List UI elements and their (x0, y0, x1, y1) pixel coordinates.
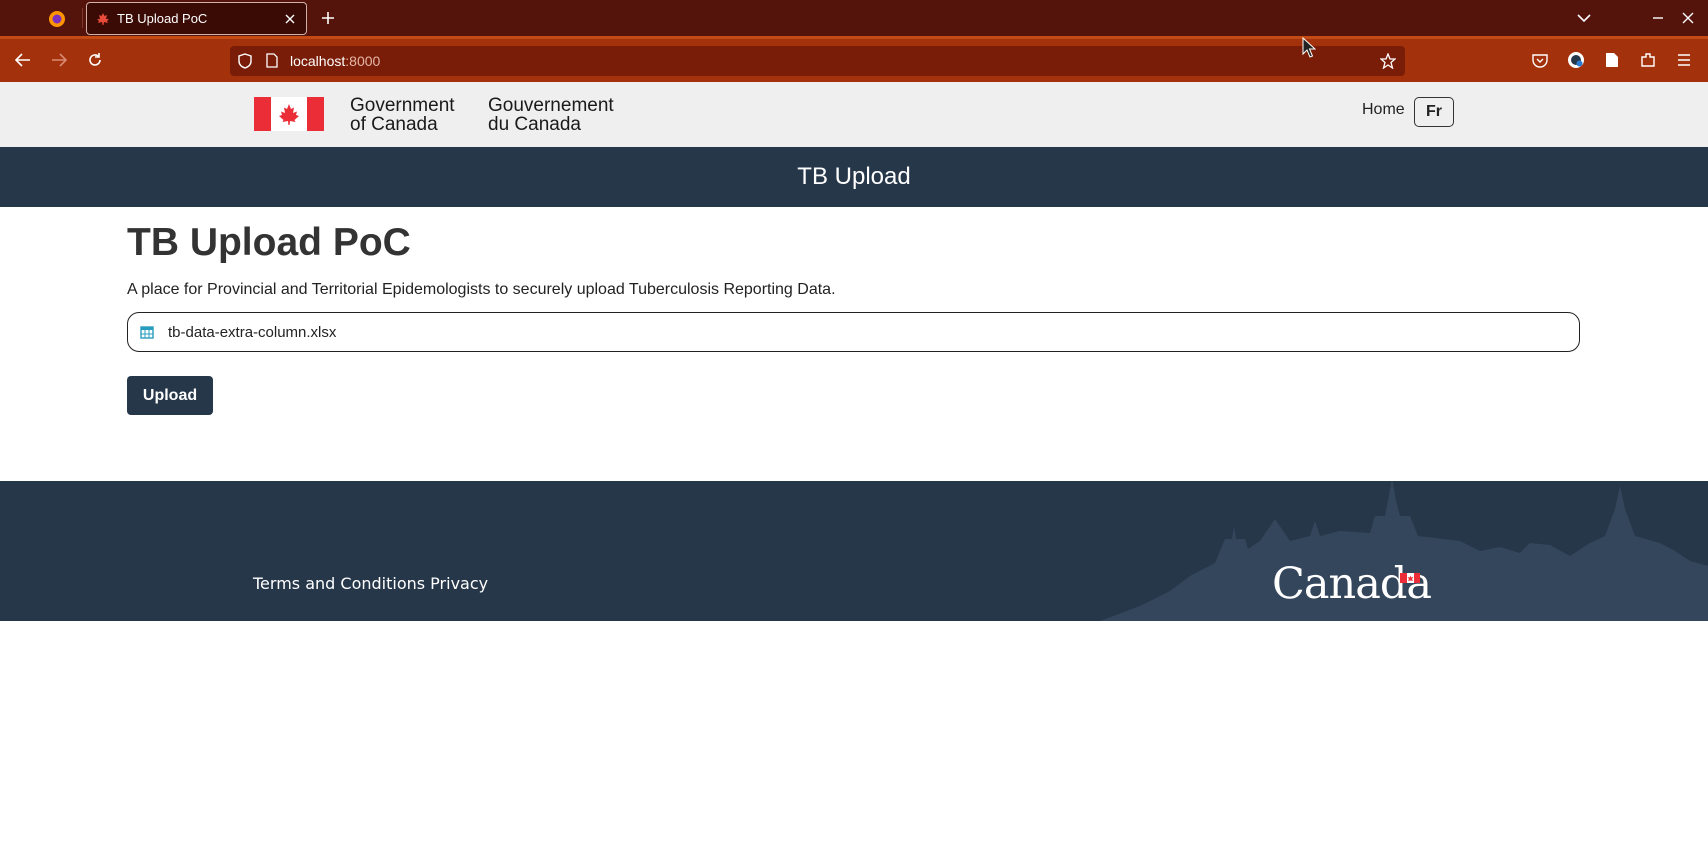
tab-active[interactable]: TB Upload PoC (86, 2, 307, 35)
gc-header: Government of Canada Gouvernement du Can… (0, 82, 1708, 147)
canada-wordmark: Canada (1272, 559, 1432, 609)
privacy-link[interactable]: Privacy (430, 574, 488, 593)
reader-icon[interactable] (1598, 47, 1626, 73)
upload-button[interactable]: Upload (127, 376, 213, 415)
tab-separator (82, 8, 83, 28)
app-title-banner: TB Upload (0, 147, 1708, 207)
signature-en-line1: Government (350, 95, 455, 116)
intro-text: A place for Provincial and Territorial E… (127, 281, 836, 298)
url-bar[interactable]: localhost:8000 (230, 46, 1405, 76)
back-arrow-icon[interactable] (9, 47, 37, 73)
spreadsheet-icon (140, 325, 154, 339)
footer-links: Terms and Conditions Privacy (253, 574, 488, 593)
mouse-cursor-icon (1302, 37, 1316, 58)
app-title: TB Upload (797, 163, 911, 190)
chevron-down-icon[interactable] (1572, 6, 1596, 30)
language-toggle-button[interactable]: Fr (1414, 97, 1454, 127)
signature-fr-line2: du Canada (488, 114, 581, 135)
maple-leaf-icon (279, 104, 299, 125)
url-port: :8000 (345, 53, 381, 69)
tab-title: TB Upload PoC (117, 11, 208, 26)
account-icon[interactable] (1562, 47, 1590, 73)
browser-nav-bar: localhost:8000 (0, 36, 1708, 82)
menu-icon[interactable] (1670, 47, 1698, 73)
plus-icon[interactable] (316, 6, 340, 30)
page-icon (266, 53, 280, 69)
footer: Terms and Conditions Privacy Canada (0, 481, 1708, 621)
file-input[interactable]: tb-data-extra-column.xlsx (127, 312, 1580, 352)
close-icon[interactable] (282, 11, 298, 27)
shield-icon[interactable] (238, 53, 254, 69)
terms-link[interactable]: Terms and Conditions (253, 574, 425, 593)
signature-en-line2: of Canada (350, 114, 438, 135)
reload-icon[interactable] (81, 47, 109, 73)
canada-flag-logo (254, 97, 324, 131)
maple-leaf-favicon (95, 11, 111, 27)
selected-file-name: tb-data-extra-column.xlsx (168, 323, 337, 341)
signature-french: Gouvernement du Canada (488, 96, 614, 134)
page-title: TB Upload PoC (127, 221, 411, 264)
signature-fr-line1: Gouvernement (488, 95, 614, 116)
home-link[interactable]: Home (1362, 101, 1405, 119)
star-icon[interactable] (1377, 50, 1399, 72)
minimize-icon[interactable] (1646, 6, 1670, 30)
pocket-icon[interactable] (1526, 47, 1554, 73)
window-close-icon[interactable] (1676, 6, 1700, 30)
extensions-icon[interactable] (1634, 47, 1662, 73)
forward-arrow-icon[interactable] (45, 47, 73, 73)
wordmark-flag (1400, 573, 1420, 583)
browser-tab-bar: TB Upload PoC (0, 0, 1708, 36)
url-host: localhost (290, 53, 346, 69)
signature-english: Government of Canada (350, 96, 455, 134)
firefox-icon[interactable] (46, 8, 68, 30)
